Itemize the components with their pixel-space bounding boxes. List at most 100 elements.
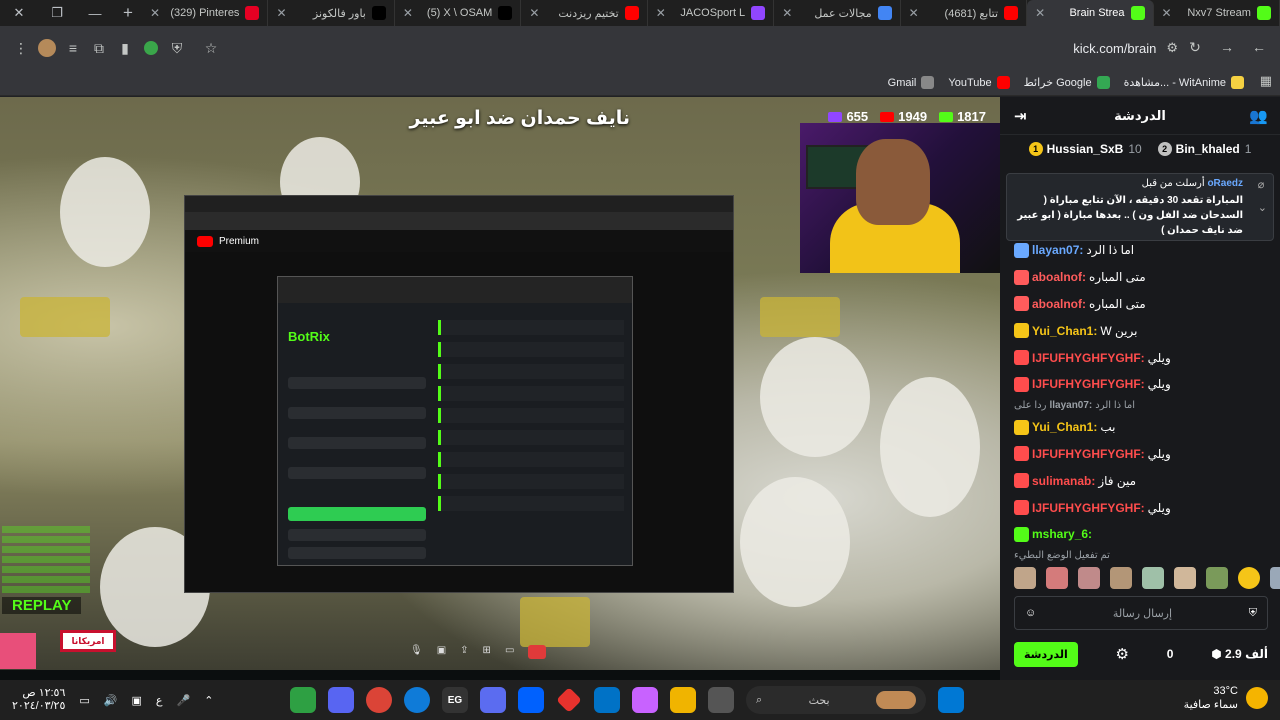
close-tab-icon[interactable]: ✕ <box>529 6 539 20</box>
apps-grid-icon[interactable]: ▦ <box>1260 73 1272 89</box>
chat-username[interactable]: Yui_Chan1: <box>1032 420 1097 434</box>
back-icon[interactable]: ← <box>1246 34 1272 60</box>
network-icon[interactable]: ▣ <box>132 694 142 707</box>
windows-start-icon[interactable] <box>938 687 964 713</box>
emote-icon[interactable] <box>1174 567 1196 589</box>
reading-list-icon[interactable]: ≡ <box>60 35 86 61</box>
emote-icon[interactable] <box>1078 567 1100 589</box>
browser-tab[interactable]: ✕ JACOSport L <box>648 0 775 26</box>
mic-icon[interactable]: 🎙 <box>410 645 423 659</box>
browser-tab[interactable]: ✕ مجالات عمل <box>774 0 901 26</box>
close-tab-icon[interactable]: ✕ <box>656 6 666 20</box>
video-player[interactable]: نايف حمدان ضد ابو عبير 655 1949 1817 Premi… <box>0 97 1000 670</box>
chat-send-button[interactable]: الدردشة <box>1014 641 1078 667</box>
browser-tab[interactable]: ✕ (4681) تتابع <box>901 0 1028 26</box>
pinned-username[interactable]: oRaedz <box>1207 178 1243 189</box>
app-icon[interactable] <box>556 687 582 713</box>
emote-icon[interactable] <box>1270 567 1280 589</box>
reload-icon[interactable]: ↻ <box>1182 34 1208 60</box>
extensions-icon[interactable]: ⧉ <box>86 35 112 61</box>
close-tab-icon[interactable]: ✕ <box>150 6 160 20</box>
chat-username[interactable]: IJFUFHYGHFYGHF: <box>1032 351 1145 365</box>
chat-username[interactable]: llayan07: <box>1032 243 1083 257</box>
chat-username[interactable]: aboalnof: <box>1032 270 1086 284</box>
battery-icon[interactable]: ▭ <box>79 694 89 707</box>
bookmark-item[interactable]: YouTube <box>948 76 1010 89</box>
chat-username[interactable]: Yui_Chan1: <box>1032 324 1097 338</box>
file-explorer-icon[interactable] <box>670 687 696 713</box>
grid-icon[interactable]: ⊞ <box>483 645 491 659</box>
shield-icon[interactable]: ⛨ <box>1249 607 1257 620</box>
chat-username[interactable]: IJFUFHYGHFYGHF: <box>1032 501 1145 515</box>
taskbar-search[interactable]: ⌕ بحث <box>746 686 926 714</box>
emote-icon[interactable] <box>1110 567 1132 589</box>
browser-tab[interactable]: ✕ Brain Strea <box>1027 0 1154 26</box>
profile-avatar[interactable] <box>34 35 60 61</box>
chat-username[interactable]: IJFUFHYGHFYGHF: <box>1032 447 1145 461</box>
share-icon[interactable]: ⇪ <box>460 645 468 659</box>
leaderboard-entry[interactable]: 1 Hussian_SxB 10 <box>1028 142 1142 156</box>
chrome-icon[interactable] <box>366 687 392 713</box>
restore-window-button[interactable]: ❐ <box>38 0 76 26</box>
new-tab-button[interactable]: + <box>114 3 142 23</box>
chat-icon[interactable]: ▭ <box>505 645 514 659</box>
site-settings-icon[interactable]: ⚙ <box>1166 40 1178 56</box>
minimize-window-button[interactable]: — <box>76 0 114 26</box>
emote-icon[interactable] <box>1014 567 1036 589</box>
teams-icon[interactable] <box>480 687 506 713</box>
close-tab-icon[interactable]: ✕ <box>276 6 286 20</box>
discord-icon[interactable] <box>328 687 354 713</box>
bookmark-star-icon[interactable]: ☆ <box>198 35 224 61</box>
users-icon[interactable]: 👥 <box>1249 107 1268 125</box>
settings-gear-icon[interactable]: ⚙ <box>1116 645 1129 663</box>
edge-icon[interactable] <box>404 687 430 713</box>
close-tab-icon[interactable]: ✕ <box>403 6 413 20</box>
chat-username[interactable]: sulimanab: <box>1032 474 1095 488</box>
emote-icon[interactable] <box>1046 567 1068 589</box>
clock[interactable]: ١٢:٥٦ ص ٢٠٢٤/٠٣/٢٥ <box>12 687 65 713</box>
collapse-chat-icon[interactable]: ⇥ <box>1014 107 1027 125</box>
shield-icon[interactable]: ⛨ <box>164 35 190 61</box>
task-view-icon[interactable] <box>708 687 734 713</box>
dropbox-icon[interactable] <box>518 687 544 713</box>
emote-icon[interactable] <box>1238 567 1260 589</box>
menu-dots-icon[interactable]: ⋮ <box>8 35 34 61</box>
chat-username[interactable]: llayan07: <box>1049 400 1092 411</box>
epic-games-icon[interactable]: EG <box>442 687 468 713</box>
camera-icon[interactable]: ▣ <box>437 645 446 659</box>
close-window-button[interactable]: ✕ <box>0 0 38 26</box>
close-tab-icon[interactable]: ✕ <box>1035 6 1045 20</box>
leaderboard-entry[interactable]: 2 Bin_khaled 1 <box>1157 142 1251 156</box>
close-tab-icon[interactable]: ✕ <box>782 6 792 20</box>
weather-widget[interactable]: 33°C سماء صافية <box>1184 684 1268 712</box>
whatsapp-icon[interactable] <box>290 687 316 713</box>
chat-username[interactable]: aboalnof: <box>1032 297 1086 311</box>
extension-icon[interactable]: ▮ <box>112 35 138 61</box>
emote-icon[interactable] <box>1206 567 1228 589</box>
bookmark-item[interactable]: Gmail <box>888 76 935 89</box>
end-call-button[interactable] <box>528 645 547 659</box>
chat-input[interactable]: ☺ إرسال رسالة ⛨ <box>1014 596 1268 630</box>
address-bar[interactable]: kick.com/brain ⚙ <box>238 34 1188 62</box>
browser-tab[interactable]: ✕ (5) X \ OSAM <box>395 0 522 26</box>
emote-icon[interactable] <box>1142 567 1164 589</box>
chevron-up-icon[interactable]: ⌃ <box>204 694 213 707</box>
forward-icon[interactable]: → <box>1214 34 1240 60</box>
outlook-icon[interactable] <box>594 687 620 713</box>
adblock-icon[interactable] <box>138 35 164 61</box>
copilot-icon[interactable] <box>632 687 658 713</box>
chat-username[interactable]: mshary_6: <box>1032 527 1092 541</box>
bookmark-item[interactable]: خرائط Google <box>1024 76 1110 89</box>
browser-tab[interactable]: ✕ Nxv7 Stream <box>1154 0 1280 26</box>
browser-tab[interactable]: ✕ باور فالكونز <box>268 0 395 26</box>
close-tab-icon[interactable]: ✕ <box>1162 6 1172 20</box>
browser-tab[interactable]: ✕ (329) Pinteres <box>142 0 269 26</box>
chevron-down-icon[interactable]: ⌄ <box>1258 201 1267 214</box>
microphone-icon[interactable]: 🎤 <box>176 694 190 707</box>
bookmark-item[interactable]: مشاهدة... - WitAnime <box>1124 76 1244 89</box>
volume-icon[interactable]: 🔊 <box>104 694 118 707</box>
input-language[interactable]: ع <box>156 694 163 707</box>
emoji-picker-icon[interactable]: ☺ <box>1025 607 1036 619</box>
browser-tab[interactable]: ✕ تختيم ريزدنت <box>521 0 648 26</box>
unpin-icon[interactable]: ⌀ <box>1258 178 1267 191</box>
